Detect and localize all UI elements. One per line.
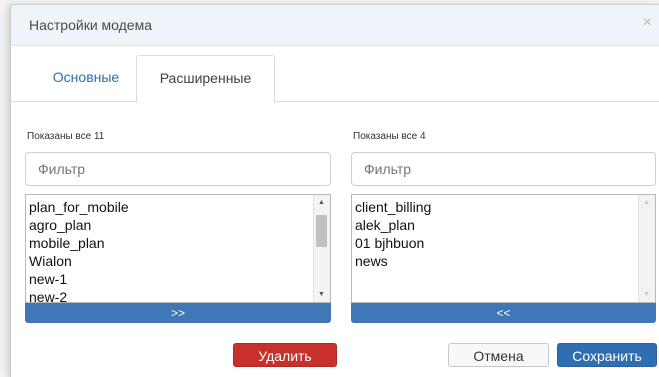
available-list-panel: Показаны все 11 plan_for_mobile agro_pla… [25, 131, 331, 323]
list-item[interactable]: Wialon [29, 252, 312, 270]
move-left-button[interactable]: << [351, 303, 656, 323]
tab-bar: Основные Расширенные [11, 55, 659, 103]
tab-basic[interactable]: Основные [31, 55, 141, 100]
dialog-title: Настройки модема [29, 17, 153, 33]
cancel-button[interactable]: Отмена [448, 343, 549, 367]
scrollbar-thumb[interactable] [316, 215, 327, 247]
close-icon[interactable]: × [643, 14, 652, 32]
list-item[interactable]: alek_plan [355, 216, 637, 234]
selected-listbox[interactable]: client_billing alek_plan 01 bjhbuon news… [351, 194, 656, 303]
available-listbox[interactable]: plan_for_mobile agro_plan mobile_plan Wi… [25, 194, 331, 303]
list-item[interactable]: 01 bjhbuon [355, 234, 637, 252]
modem-settings-dialog: Настройки модема × Основные Расширенные … [10, 4, 659, 377]
selected-filter-input[interactable] [351, 152, 656, 186]
scroll-down-icon[interactable]: ▼ [643, 291, 650, 298]
list-item[interactable]: new-2 [29, 288, 312, 302]
dialog-header: Настройки модема × [11, 5, 659, 46]
list-item[interactable]: mobile_plan [29, 234, 312, 252]
available-count-label: Показаны все 11 [27, 131, 105, 142]
delete-button[interactable]: Удалить [233, 343, 337, 367]
tab-advanced[interactable]: Расширенные [136, 55, 275, 103]
list-item[interactable]: news [355, 252, 637, 270]
available-filter-input[interactable] [25, 152, 331, 186]
move-right-button[interactable]: >> [25, 303, 331, 323]
scrollbar[interactable]: ▲ ▼ [313, 195, 330, 302]
list-item[interactable]: agro_plan [29, 216, 312, 234]
selected-list-panel: Показаны все 4 client_billing alek_plan … [351, 131, 656, 323]
save-button[interactable]: Сохранить [557, 343, 657, 367]
scroll-down-icon[interactable]: ▼ [318, 291, 325, 298]
list-item[interactable]: new-1 [29, 270, 312, 288]
list-item[interactable]: plan_for_mobile [29, 198, 312, 216]
scroll-up-icon[interactable]: ▲ [318, 199, 325, 206]
scrollbar[interactable]: ▲ ▼ [638, 195, 655, 302]
selected-count-label: Показаны все 4 [353, 131, 426, 142]
list-item[interactable]: client_billing [355, 198, 637, 216]
scroll-up-icon[interactable]: ▲ [643, 199, 650, 206]
